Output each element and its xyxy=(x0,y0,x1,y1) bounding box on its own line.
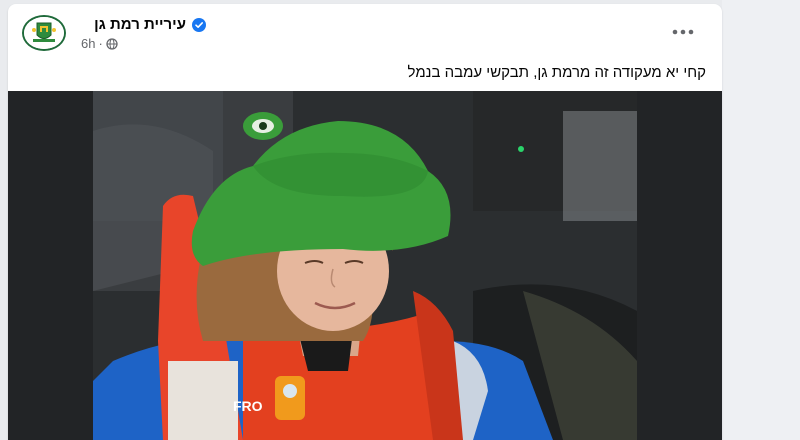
post-photo[interactable]: FRO xyxy=(93,91,637,440)
more-options-button[interactable] xyxy=(668,20,698,44)
post-meta: 6h · xyxy=(81,36,118,51)
page-avatar[interactable] xyxy=(22,15,66,51)
svg-text:FRO: FRO xyxy=(233,398,263,414)
post-text: קחי יא מעקודה זה מרמת גן, תבקשי עמבה בנמ… xyxy=(407,64,706,81)
meta-separator: · xyxy=(98,36,103,51)
post-timestamp[interactable]: 6h xyxy=(81,36,95,51)
right-gutter xyxy=(722,0,800,440)
verified-badge-icon xyxy=(192,18,206,32)
globe-icon[interactable] xyxy=(106,37,118,50)
page-name[interactable]: עיריית רמת גן xyxy=(94,16,186,33)
post-media[interactable]: FRO xyxy=(8,91,722,440)
post-card: עיריית רמת גן 6h · קחי יא מעקודה זה מרמת… xyxy=(8,4,722,440)
more-horizontal-icon xyxy=(672,29,694,35)
city-logo-icon xyxy=(24,17,64,49)
post-header: עיריית רמת גן 6h · xyxy=(8,4,722,56)
